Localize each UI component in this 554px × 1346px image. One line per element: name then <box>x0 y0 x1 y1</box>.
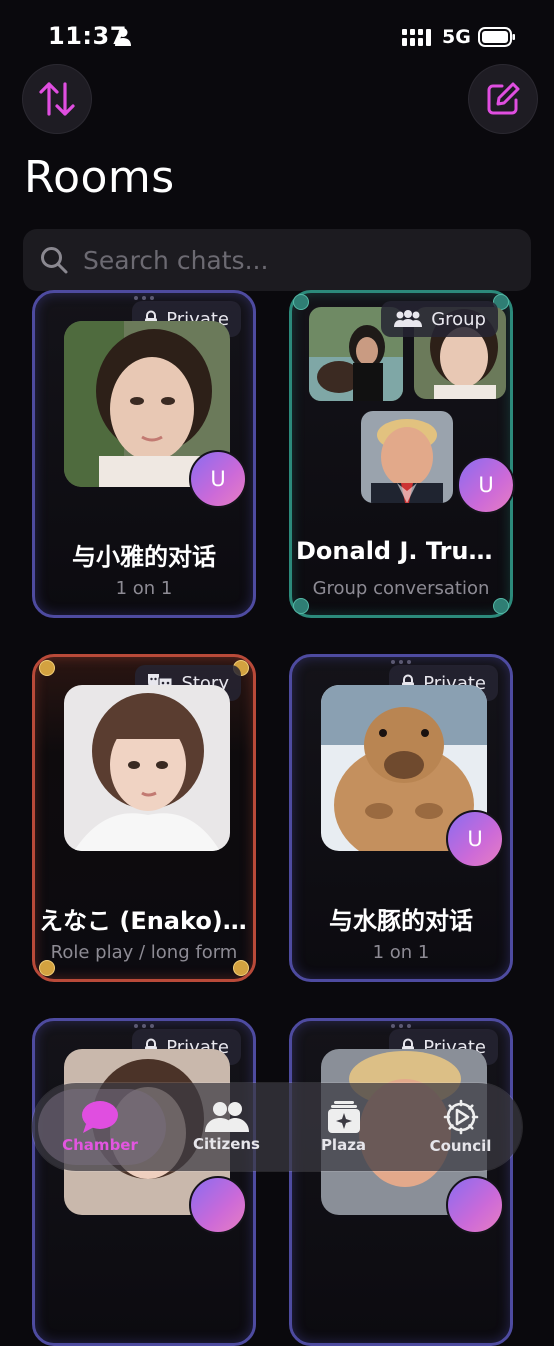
room-name: Donald J. Trum... <box>296 537 506 565</box>
battery-icon <box>478 27 515 47</box>
room-subtitle: 1 on 1 <box>115 578 173 599</box>
room-avatar-image <box>64 685 230 851</box>
room-card[interactable]: Story えなこ (Enako)... Role play / long fo… <box>32 654 256 982</box>
sort-arrows-icon <box>39 82 75 116</box>
room-name: 与小雅的对话 <box>72 543 216 571</box>
nav-item-plaza[interactable]: Plaza <box>285 1083 402 1171</box>
room-subtitle: Role play / long form <box>50 942 238 963</box>
new-chat-button[interactable] <box>469 65 537 133</box>
room-card[interactable]: Private <box>32 1018 256 1346</box>
room-card[interactable]: Private <box>289 1018 513 1346</box>
room-card[interactable]: Group U Donald J. Trum... Group conversa… <box>289 290 515 618</box>
member-avatar-3 <box>361 411 453 503</box>
bottom-nav: Chamber Citizens Plaza Council <box>32 1083 522 1171</box>
room-card[interactable]: Private U 与小雅的对话 1 on 1 <box>32 290 256 618</box>
person-icon <box>115 28 131 46</box>
network-label: 5G <box>442 26 471 48</box>
search-input[interactable] <box>81 244 531 276</box>
page-title: Rooms <box>24 152 175 203</box>
sort-button[interactable] <box>23 65 91 133</box>
user-avatar <box>446 1176 504 1234</box>
gear-play-icon <box>443 1099 478 1135</box>
nav-item-citizens[interactable]: Citizens <box>168 1083 285 1171</box>
room-subtitle: 1 on 1 <box>372 942 430 963</box>
sparkle-cards-icon <box>327 1101 360 1133</box>
people-icon <box>204 1102 249 1132</box>
nav-item-council[interactable]: Council <box>402 1083 519 1171</box>
chat-bubble-icon <box>82 1101 118 1133</box>
user-avatar: U <box>457 456 515 514</box>
nav-label: Plaza <box>320 1136 367 1154</box>
nav-label: Citizens <box>193 1135 260 1153</box>
signal-icon <box>402 29 431 46</box>
search-icon <box>41 247 68 274</box>
room-name: えなこ (Enako)... <box>39 907 249 935</box>
nav-item-chamber[interactable]: Chamber <box>32 1083 168 1171</box>
room-subtitle: Group conversation <box>312 578 490 599</box>
nav-label: Council <box>429 1137 492 1155</box>
nav-label: Chamber <box>62 1136 138 1154</box>
search-bar[interactable] <box>23 229 531 291</box>
group-icon <box>394 310 423 327</box>
user-avatar: U <box>446 810 504 868</box>
compose-icon <box>487 82 520 115</box>
room-type-badge: Group <box>381 301 498 337</box>
user-avatar <box>189 1176 247 1234</box>
user-avatar: U <box>189 450 247 508</box>
room-name: 与水豚的对话 <box>329 907 473 935</box>
room-card[interactable]: Private U 与水豚的对话 1 on 1 <box>289 654 513 982</box>
